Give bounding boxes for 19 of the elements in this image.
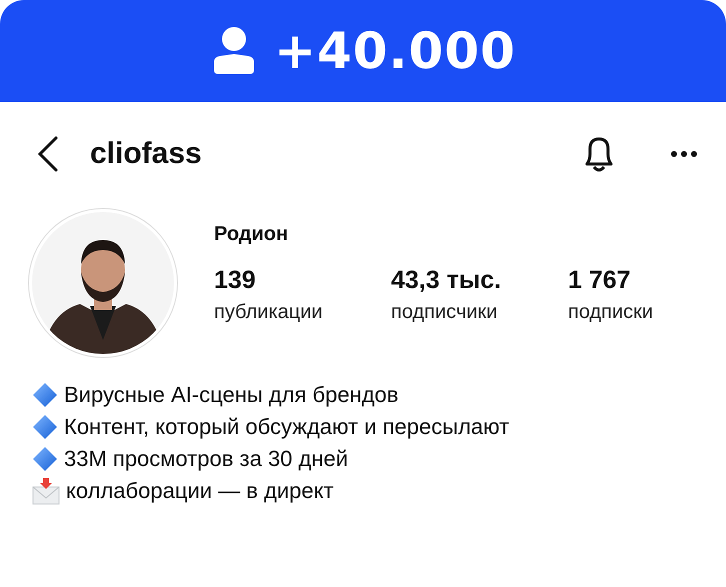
bio-line: Вирусные AI-сцены для брендов [64, 382, 398, 408]
more-icon[interactable] [670, 150, 698, 158]
stat-label: подписки [568, 300, 654, 324]
envelope-icon [32, 477, 60, 505]
username: cliofass [90, 137, 203, 171]
stat-label: публикации [214, 300, 324, 324]
bio-line: 33M просмотров за 30 дней [64, 446, 348, 472]
stat-value: 1 767 [568, 266, 632, 294]
diamond-icon [32, 414, 58, 440]
diamond-icon [32, 446, 58, 472]
stat-value: 139 [214, 266, 257, 294]
bio-line: коллаборации — в директ [66, 478, 334, 504]
stat-value: 43,3 тыс. [391, 266, 502, 294]
back-button[interactable] [36, 136, 60, 172]
bio-line: Контент, который обсуждают и пересылают [64, 414, 510, 440]
diamond-icon [32, 382, 58, 408]
banner-text: +40.000 [274, 22, 516, 80]
profile-name: Родион [214, 222, 290, 246]
stat-label: подписчики [391, 300, 498, 324]
